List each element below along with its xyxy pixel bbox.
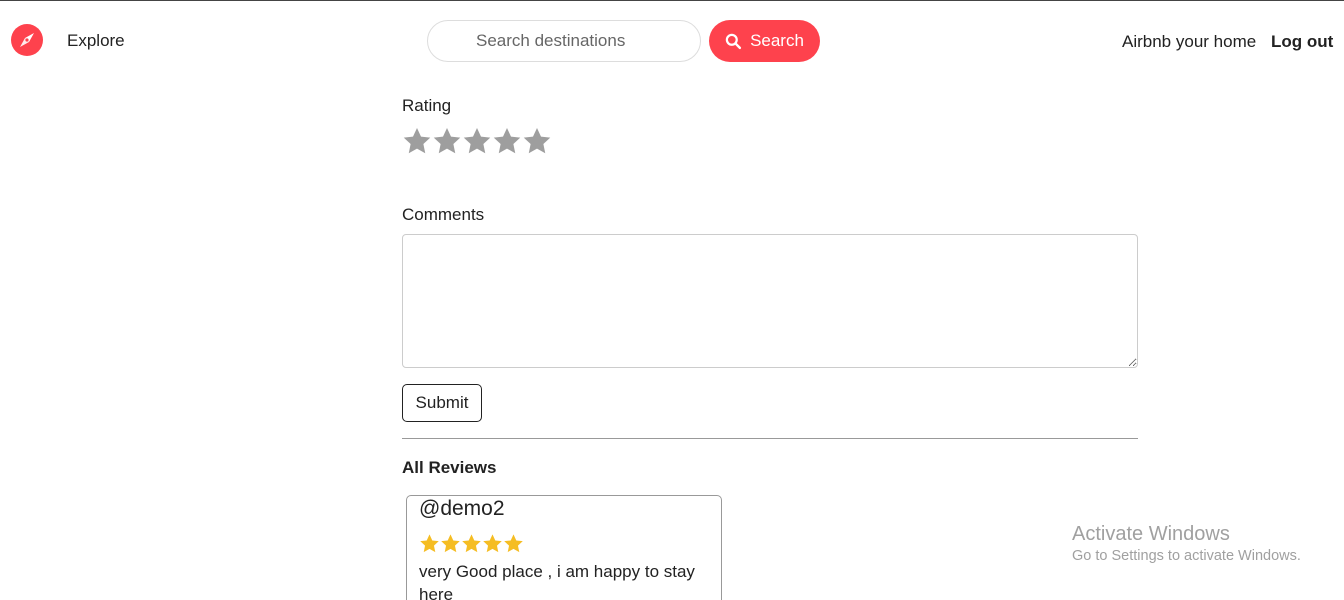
all-reviews-heading: All Reviews — [402, 458, 497, 477]
review-card: @demo2 very Good place , i am happy to s… — [406, 495, 722, 600]
star-icon[interactable] — [462, 126, 492, 156]
compass-icon — [11, 24, 43, 56]
logout-link[interactable]: Log out — [1271, 32, 1333, 52]
logo[interactable] — [11, 24, 43, 56]
search-button[interactable]: Search — [709, 20, 820, 62]
review-author: @demo2 — [419, 497, 505, 520]
star-icon — [419, 533, 440, 554]
windows-watermark-subtitle: Go to Settings to activate Windows. — [1072, 548, 1301, 564]
search-input[interactable] — [427, 20, 701, 62]
search-button-label: Search — [750, 31, 804, 50]
star-icon — [461, 533, 482, 554]
star-icon — [440, 533, 461, 554]
star-icon — [503, 533, 524, 554]
star-icon[interactable] — [522, 126, 552, 156]
star-icon[interactable] — [432, 126, 462, 156]
rating-label: Rating — [402, 96, 452, 115]
navbar: Explore Search Airbnb your home Log out — [0, 1, 1344, 81]
star-icon[interactable] — [402, 126, 432, 156]
review-rating-stars — [419, 533, 524, 554]
submit-button[interactable]: Submit — [402, 384, 482, 422]
search-icon — [725, 33, 742, 50]
comments-textarea[interactable] — [402, 234, 1138, 368]
star-icon[interactable] — [492, 126, 522, 156]
rating-stars — [402, 126, 552, 156]
comments-label: Comments — [402, 205, 485, 224]
windows-watermark-title: Activate Windows — [1072, 523, 1230, 545]
review-comment: very Good place , i am happy to stay her… — [419, 562, 695, 600]
airbnb-your-home-link[interactable]: Airbnb your home — [1122, 32, 1256, 52]
divider — [402, 438, 1138, 439]
explore-link[interactable]: Explore — [67, 31, 125, 51]
star-icon — [482, 533, 503, 554]
